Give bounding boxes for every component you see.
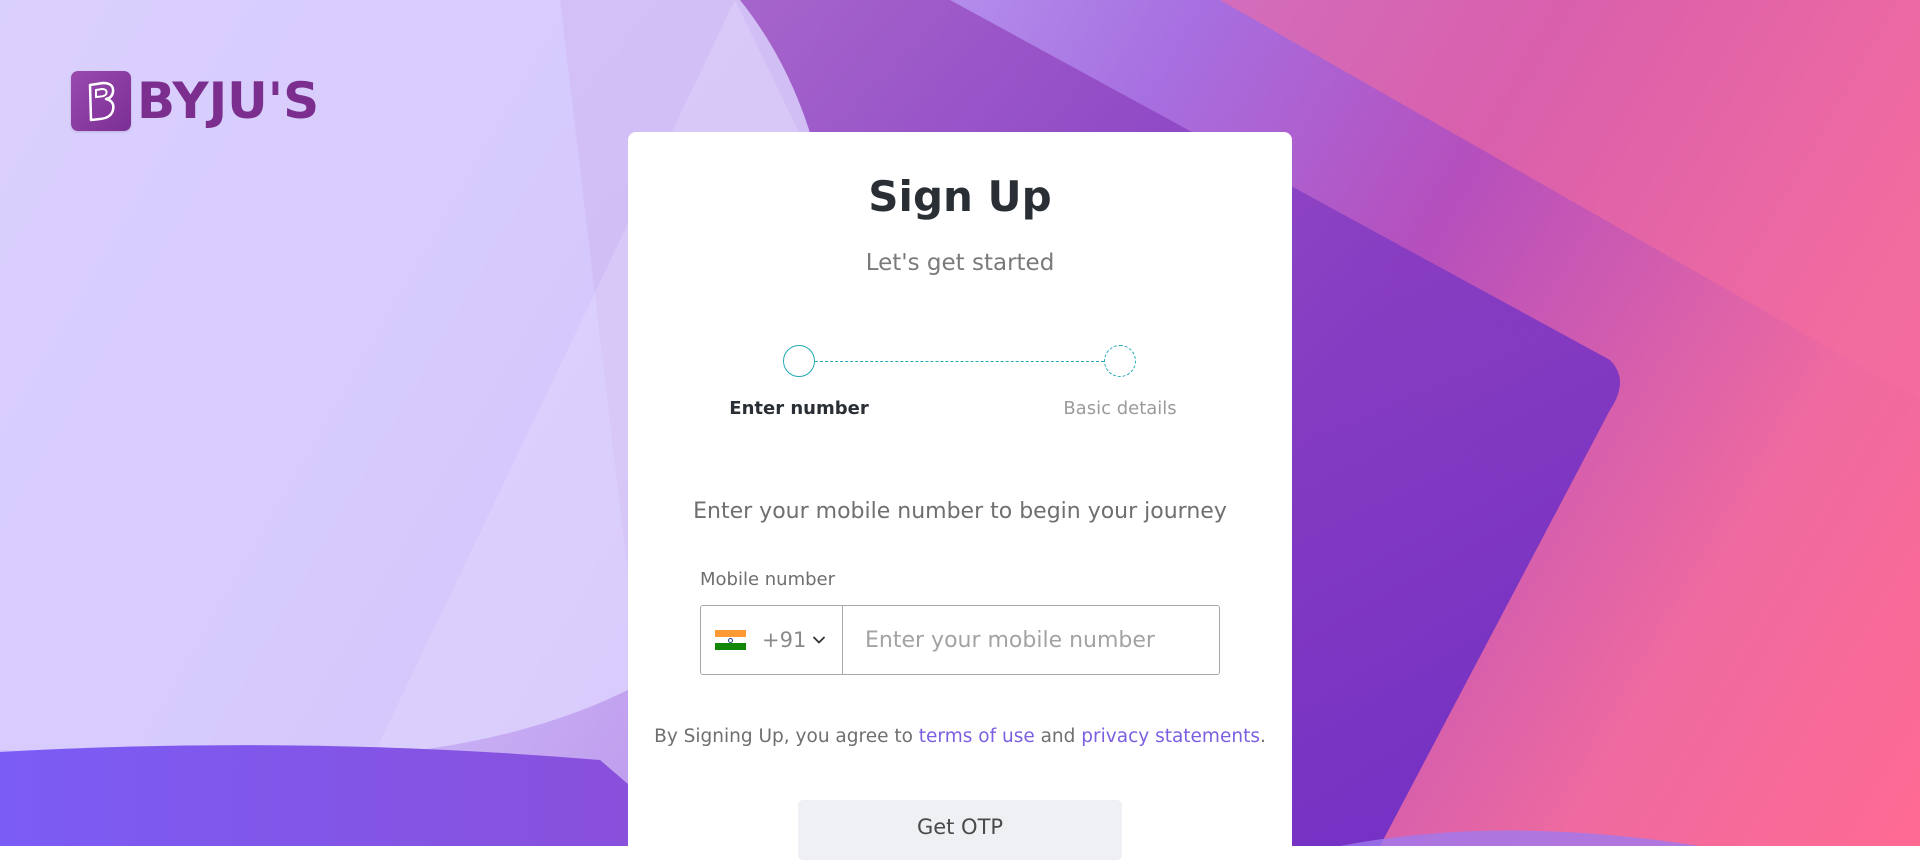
- mobile-number-input[interactable]: [843, 606, 1219, 674]
- stepper-connector: [815, 361, 1104, 362]
- mobile-number-label: Mobile number: [700, 569, 836, 590]
- terms-prefix: By Signing Up, you agree to: [654, 726, 919, 747]
- bottom-band-shape: [0, 745, 700, 846]
- india-flag-icon: [715, 630, 746, 651]
- country-code-select[interactable]: +91: [701, 606, 843, 674]
- page-title: Sign Up: [868, 172, 1052, 221]
- step-2-indicator: [1104, 345, 1136, 377]
- step-1-indicator: [783, 345, 815, 377]
- bottom-right-curve-shape: [1340, 830, 1700, 846]
- terms-suffix: .: [1259, 726, 1266, 747]
- dial-code: +91: [762, 628, 807, 652]
- b-letter-icon: [88, 81, 115, 122]
- terms-of-use-link[interactable]: terms of use: [919, 726, 1035, 747]
- signup-card: Sign Up Let's get started Enter number B…: [628, 132, 1292, 860]
- terms-notice: By Signing Up, you agree to terms of use…: [628, 726, 1292, 747]
- page-subtitle: Let's get started: [865, 250, 1055, 276]
- mobile-number-field: +91: [700, 605, 1220, 675]
- byjus-logo[interactable]: BYJU'S: [71, 71, 319, 131]
- get-otp-button[interactable]: Get OTP: [798, 800, 1122, 860]
- privacy-statements-link[interactable]: privacy statements: [1081, 726, 1260, 747]
- step-1-label: Enter number: [729, 398, 869, 419]
- terms-middle: and: [1034, 726, 1082, 747]
- intro-text: Enter your mobile number to begin your j…: [693, 499, 1227, 524]
- chevron-down-icon: [813, 636, 826, 644]
- brand-name: BYJU'S: [137, 72, 320, 130]
- step-2-label: Basic details: [1063, 398, 1177, 419]
- logo-badge-icon: [71, 71, 131, 131]
